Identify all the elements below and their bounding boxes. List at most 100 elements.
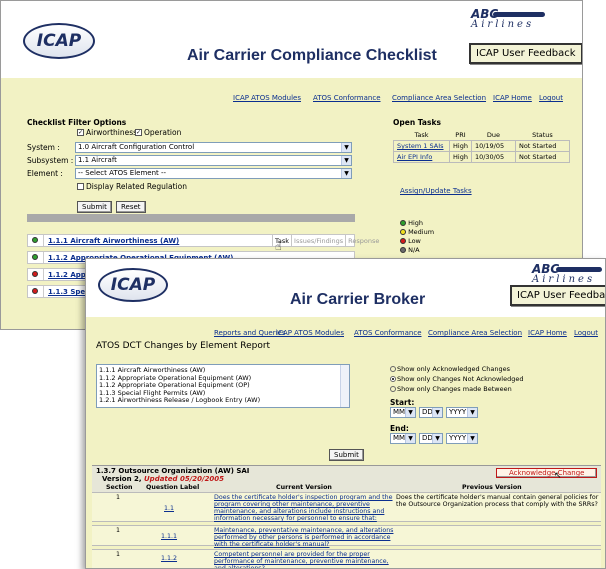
row-question-label[interactable]: 1.1 bbox=[164, 505, 174, 512]
element-row[interactable]: 1.1.1 Aircraft Airworthiness (AW) Task I… bbox=[27, 234, 379, 247]
nav-atos-conformance[interactable]: ATOS Conformance bbox=[354, 329, 422, 337]
end-year-select[interactable]: YYYY ▼ bbox=[446, 433, 478, 444]
col-pri: PRI bbox=[455, 131, 466, 139]
icap-logo: ICAP bbox=[98, 268, 168, 302]
radio-between[interactable]: Show only Changes made Between bbox=[390, 385, 512, 393]
row-current[interactable]: Maintenance, preventative maintenance, a… bbox=[214, 527, 396, 548]
system-select[interactable]: 1.0 Aircraft Configuration Control ▼ bbox=[75, 142, 352, 153]
row-question-label[interactable]: 1.1.2 bbox=[161, 555, 177, 562]
nav-icap-home[interactable]: ICAP Home bbox=[493, 94, 532, 102]
chevron-down-icon: ▼ bbox=[432, 434, 442, 443]
operation-label: Operation bbox=[144, 128, 182, 137]
row-question-label[interactable]: 1.1.1 bbox=[161, 533, 177, 540]
col-section: Section bbox=[106, 484, 133, 491]
display-related-checkbox[interactable] bbox=[77, 183, 84, 190]
display-related-label: Display Related Regulation bbox=[86, 182, 187, 191]
table-row: Air EPI Info High 10/30/05 Not Started bbox=[393, 151, 570, 163]
open-tasks-heading: Open Tasks bbox=[393, 118, 441, 127]
task-due: 10/19/05 bbox=[470, 140, 516, 152]
task-status: Not Started bbox=[514, 140, 570, 152]
submit-button[interactable]: Submit bbox=[77, 201, 112, 213]
nav-icap-home[interactable]: ICAP Home bbox=[528, 329, 567, 337]
chevron-down-icon: ▼ bbox=[467, 434, 477, 443]
legend-item: N/A bbox=[400, 246, 434, 255]
start-label: Start: bbox=[390, 398, 415, 407]
legend-item: Medium bbox=[400, 228, 434, 237]
chevron-down-icon: ▼ bbox=[405, 408, 415, 417]
row-section: 1 bbox=[116, 494, 121, 501]
list-item[interactable]: 1.2.1 Airworthiness Release / Logbook En… bbox=[99, 396, 347, 405]
row-section: 1 bbox=[116, 527, 121, 534]
row-current[interactable]: Competent personnel are provided for the… bbox=[214, 551, 396, 568]
radio-icon[interactable] bbox=[390, 386, 396, 392]
task-link[interactable]: Air EPI Info bbox=[393, 151, 450, 163]
subsystem-label: Subsystem : bbox=[27, 156, 74, 165]
legend-item: High bbox=[400, 219, 434, 228]
end-month-select[interactable]: MM ▼ bbox=[390, 433, 416, 444]
col-previous: Previous Version bbox=[462, 484, 522, 491]
report-title: ATOS DCT Changes by Element Report bbox=[96, 341, 271, 351]
operation-checkbox[interactable]: ✓ bbox=[135, 129, 142, 136]
col-question-label: Question Label bbox=[146, 484, 200, 491]
nav-atos-modules[interactable]: ICAP ATOS Modules bbox=[233, 94, 301, 102]
priority-legend: High Medium Low N/A bbox=[400, 219, 434, 255]
reset-button[interactable]: Reset bbox=[116, 201, 146, 213]
airworthiness-checkbox[interactable]: ✓ bbox=[77, 129, 84, 136]
element-link[interactable]: 1.1.3 Spec bbox=[48, 288, 89, 296]
task-status: Not Started bbox=[514, 151, 570, 163]
status-dot-icon bbox=[400, 247, 406, 253]
nav-compliance-area[interactable]: Compliance Area Selection bbox=[428, 329, 522, 337]
end-label: End: bbox=[390, 424, 409, 433]
chevron-down-icon: ▼ bbox=[341, 143, 351, 152]
chevron-down-icon: ▼ bbox=[467, 408, 477, 417]
radio-not-acknowledged[interactable]: Show only Changes Not Acknowledged bbox=[390, 375, 523, 383]
nav-reports-queries[interactable]: Reports and Queries bbox=[214, 329, 286, 337]
broker-window: ICAP Air Carrier Broker ABC Airlines ICA… bbox=[85, 258, 606, 569]
nav-logout[interactable]: Logout bbox=[539, 94, 563, 102]
airplane-icon bbox=[556, 267, 602, 272]
row-current[interactable]: Does the certificate holder's inspection… bbox=[214, 494, 396, 522]
start-year-select[interactable]: YYYY ▼ bbox=[446, 407, 478, 418]
icap-logo: ICAP bbox=[23, 23, 95, 59]
element-select[interactable]: -- Select ATOS Element -- ▼ bbox=[75, 168, 352, 179]
status-dot-icon bbox=[32, 254, 38, 260]
element-link[interactable]: 1.1.2 Appr bbox=[48, 271, 89, 279]
status-dot-icon bbox=[32, 288, 38, 294]
result-version: Version 2, Updated 05/20/2005 bbox=[102, 475, 225, 483]
nav-atos-modules[interactable]: ICAP ATOS Modules bbox=[276, 329, 344, 337]
col-due: Due bbox=[486, 131, 501, 139]
chevron-down-icon: ▼ bbox=[341, 169, 351, 178]
response-tab[interactable]: Response bbox=[345, 235, 381, 247]
element-listbox[interactable]: 1.1.1 Aircraft Airworthiness (AW) 1.1.2 … bbox=[96, 364, 350, 408]
radio-icon[interactable] bbox=[390, 376, 396, 382]
task-priority: High bbox=[449, 151, 472, 163]
issues-findings-tab[interactable]: Issues/Findings bbox=[291, 235, 345, 247]
element-link[interactable]: 1.1.1 Aircraft Airworthiness (AW) bbox=[48, 237, 179, 245]
user-feedback-button[interactable]: ICAP User Feedback bbox=[469, 43, 582, 64]
row-previous: Does the certificate holder's manual con… bbox=[396, 494, 599, 508]
col-status: Status bbox=[532, 131, 553, 139]
nav-atos-conformance[interactable]: ATOS Conformance bbox=[313, 94, 381, 102]
submit-button[interactable]: Submit bbox=[329, 449, 364, 461]
user-feedback-button[interactable]: ICAP User Feedback bbox=[510, 285, 605, 306]
abc-airlines-logo: ABC Airlines bbox=[532, 262, 596, 285]
divider-bar bbox=[27, 214, 355, 222]
chevron-down-icon: ▼ bbox=[341, 156, 351, 165]
element-label: Element : bbox=[27, 169, 63, 178]
assign-tasks-link[interactable]: Assign/Update Tasks bbox=[400, 187, 472, 195]
status-dot-icon bbox=[400, 238, 406, 244]
radio-acknowledged[interactable]: Show only Acknowledged Changes bbox=[390, 365, 510, 373]
task-link[interactable]: System 1 SAIs bbox=[393, 140, 450, 152]
radio-icon[interactable] bbox=[390, 366, 396, 372]
subsystem-select[interactable]: 1.1 Aircraft ▼ bbox=[75, 155, 352, 166]
start-month-select[interactable]: MM ▼ bbox=[390, 407, 416, 418]
legend-item: Low bbox=[400, 237, 434, 246]
end-day-select[interactable]: DD ▼ bbox=[419, 433, 443, 444]
nav-compliance-area[interactable]: Compliance Area Selection bbox=[392, 94, 486, 102]
nav-logout[interactable]: Logout bbox=[574, 329, 598, 337]
scrollbar[interactable] bbox=[340, 365, 349, 407]
start-day-select[interactable]: DD ▼ bbox=[419, 407, 443, 418]
row-section: 1 bbox=[116, 551, 121, 558]
acknowledge-change-button[interactable]: Acknowledge Change bbox=[496, 468, 598, 478]
status-dot-icon bbox=[32, 271, 38, 277]
